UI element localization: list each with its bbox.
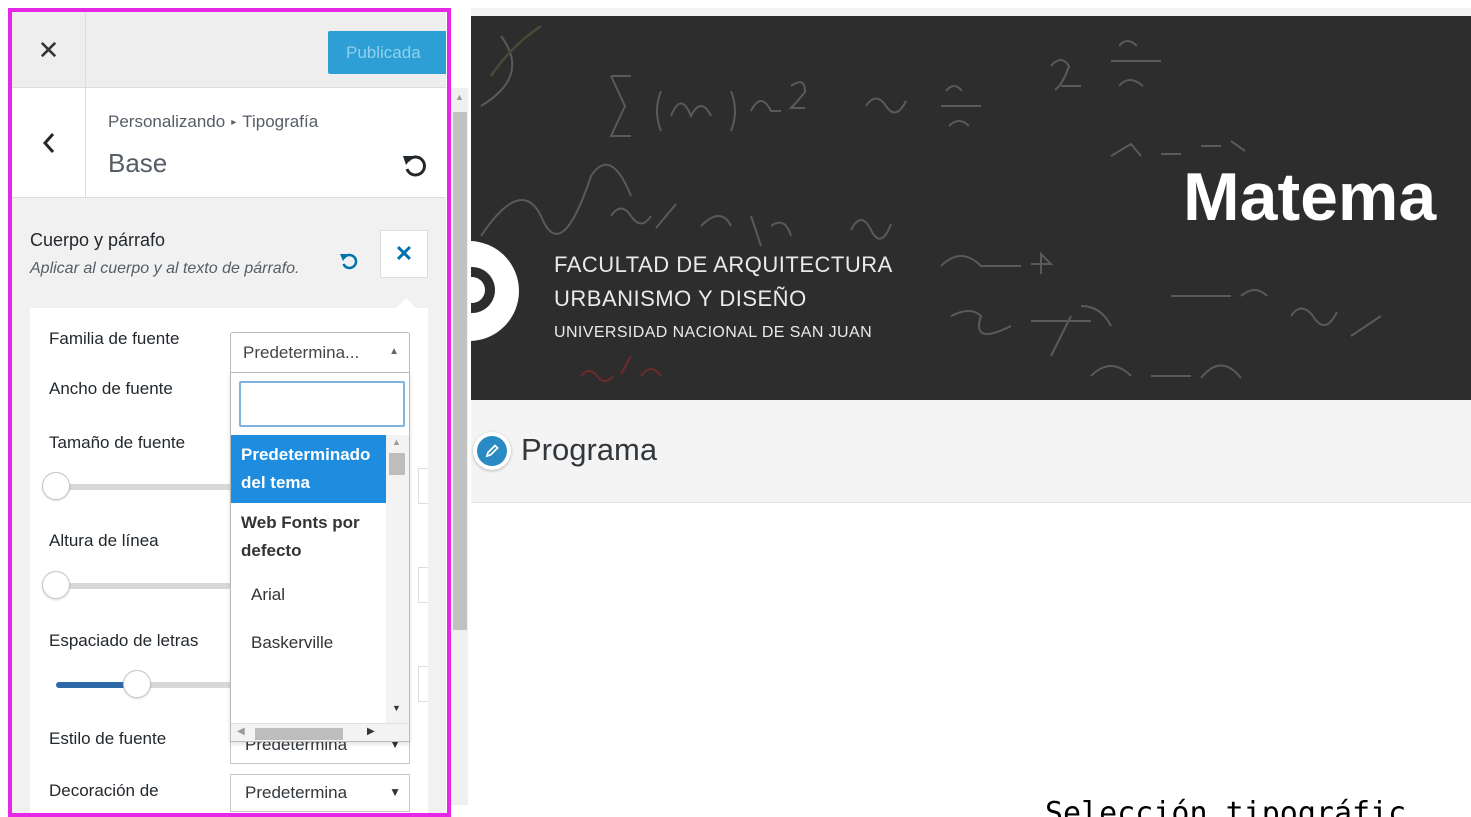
breadcrumb-root: Personalizando xyxy=(108,112,226,131)
text-decoration-label: Decoración de xyxy=(49,781,159,800)
scrollbar-thumb[interactable] xyxy=(453,112,467,630)
header-banner: FACULTAD DE ARQUITECTURA URBANISMO Y DIS… xyxy=(471,16,1471,400)
letter-spacing-slider[interactable] xyxy=(56,670,236,698)
font-family-value: Predetermina... xyxy=(243,342,360,362)
font-option[interactable]: Baskerville xyxy=(231,619,386,667)
site-preview: FACULTAD DE ARQUITECTURA URBANISMO Y DIS… xyxy=(471,0,1471,817)
line-height-input[interactable] xyxy=(418,567,428,603)
font-weight-label: Ancho de fuente xyxy=(49,379,173,398)
scroll-up-icon[interactable]: ▲ xyxy=(455,92,464,102)
dropdown-arrow-icon: ▲ xyxy=(389,346,399,357)
field-description: Aplicar al cuerpo y al texto de párrafo. xyxy=(30,260,300,277)
letter-spacing-input[interactable] xyxy=(418,666,428,702)
close-icon: ✕ xyxy=(394,241,414,266)
university-name: UNIVERSIDAD NACIONAL DE SAN JUAN xyxy=(554,324,873,341)
customizer-topbar: ✕ Publicada xyxy=(12,12,446,88)
font-option-group-label: Web Fonts por defecto xyxy=(241,513,360,560)
preview-top-strip xyxy=(471,8,1471,16)
close-typography-button[interactable]: ✕ xyxy=(380,230,428,278)
section-header: Personalizando ▸ Tipografía Base xyxy=(12,88,446,198)
popover-pointer xyxy=(396,298,416,308)
scroll-left-icon[interactable]: ◀ xyxy=(237,726,245,737)
site-title[interactable]: Matema xyxy=(1183,158,1436,236)
font-options-list: Predeterminado del tema Web Fonts por de… xyxy=(231,435,386,723)
scrollbar-thumb[interactable] xyxy=(389,453,405,475)
typography-popover: Familia de fuente Ancho de fuente Tamaño… xyxy=(30,308,428,817)
scroll-down-icon[interactable]: ▼ xyxy=(392,703,401,713)
font-size-label: Tamaño de fuente xyxy=(49,433,186,452)
publish-button[interactable]: Publicada xyxy=(328,31,446,74)
text-decoration-select[interactable]: Predetermina ▼ xyxy=(230,774,410,812)
faculty-name-line1: FACULTAD DE ARQUITECTURA xyxy=(554,252,893,277)
field-label: Cuerpo y párrafo xyxy=(30,230,166,250)
text-decoration-value: Predetermina xyxy=(245,783,348,802)
close-customizer-button[interactable]: ✕ xyxy=(12,12,86,88)
font-family-dropdown: Predeterminado del tema Web Fonts por de… xyxy=(230,372,410,742)
close-icon: ✕ xyxy=(37,34,60,65)
faculty-name-line2: URBANISMO Y DISEÑO xyxy=(554,286,807,311)
section-title: Base xyxy=(108,148,168,178)
font-size-slider[interactable] xyxy=(42,472,236,500)
scroll-up-icon[interactable]: ▲ xyxy=(392,437,401,447)
font-style-label: Estilo de fuente xyxy=(49,729,167,748)
caption-text: Selección tipográfic xyxy=(1045,796,1407,817)
panel-scrollbar[interactable]: ▲ xyxy=(450,88,468,805)
customizer-panel: ✕ Publicada Personalizando ▸ Tipografía Ba… xyxy=(12,12,446,817)
font-size-input[interactable] xyxy=(418,468,428,504)
font-option[interactable]: Arial xyxy=(231,571,386,619)
slider-handle[interactable] xyxy=(42,472,70,500)
back-button[interactable] xyxy=(12,88,86,198)
screen: ✕ Publicada Personalizando ▸ Tipografía Ba… xyxy=(0,0,1471,817)
letter-spacing-label: Espaciado de letras xyxy=(49,631,199,650)
scrollbar-thumb[interactable] xyxy=(255,728,343,740)
dropdown-arrow-icon: ▼ xyxy=(389,785,401,799)
dropdown-horizontal-scrollbar[interactable]: ◀ ▶ xyxy=(231,723,409,741)
slider-handle[interactable] xyxy=(42,571,70,599)
font-family-label: Familia de fuente xyxy=(49,329,180,348)
controls-area: Cuerpo y párrafo Aplicar al cuerpo y al … xyxy=(12,198,446,817)
breadcrumb: Personalizando ▸ Tipografía xyxy=(108,112,318,132)
line-height-label: Altura de línea xyxy=(49,531,159,550)
scroll-right-icon[interactable]: ▶ xyxy=(367,726,375,737)
dropdown-vertical-scrollbar[interactable]: ▲ ▼ xyxy=(386,435,409,723)
pencil-icon xyxy=(477,436,507,466)
edit-shortcut-button[interactable] xyxy=(473,432,511,470)
line-height-slider[interactable] xyxy=(42,571,236,599)
breadcrumb-current: Tipografía xyxy=(242,112,319,131)
breadcrumb-separator: ▸ xyxy=(231,117,237,128)
font-family-select[interactable]: Predetermina... ▲ xyxy=(230,332,410,372)
undo-icon[interactable] xyxy=(400,150,430,180)
font-option-selected[interactable]: Predeterminado del tema xyxy=(231,435,386,503)
undo-icon[interactable] xyxy=(338,250,360,272)
slider-handle[interactable] xyxy=(123,670,151,698)
menu-item-programa[interactable]: Programa xyxy=(521,432,657,468)
navigation-bar: Programa xyxy=(471,400,1471,503)
chevron-left-icon xyxy=(42,133,54,153)
font-search-input[interactable] xyxy=(239,381,405,427)
